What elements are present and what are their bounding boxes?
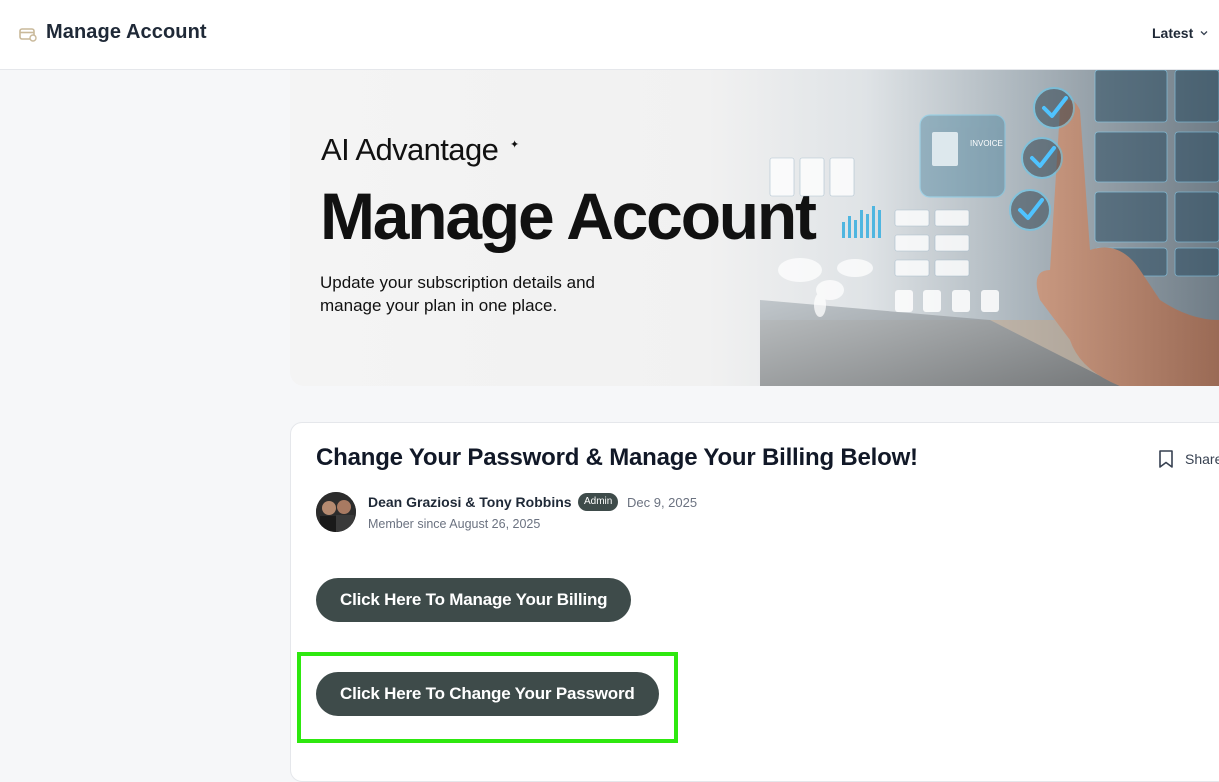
banner-illustration: INVOICE [760, 70, 1219, 386]
sort-label: Latest [1152, 25, 1194, 41]
manage-billing-button[interactable]: Click Here To Manage Your Billing [316, 578, 632, 622]
highlight-box [297, 652, 678, 743]
post-title: Change Your Password & Manage Your Billi… [316, 444, 918, 471]
banner-headline: Manage Account [320, 179, 817, 253]
share-button[interactable]: Share [1157, 449, 1219, 469]
cover-banner: AI Advantage ✦ Manage Account Update you… [290, 70, 1219, 386]
post-date: Dec 9, 2025 [627, 495, 698, 510]
invoice-label: INVOICE [970, 139, 1003, 148]
member-since: Member since August 26, 2025 [368, 517, 541, 531]
bookmark-icon [1159, 450, 1173, 468]
sort-dropdown[interactable]: Latest [1152, 25, 1209, 41]
brand-logo-text: AI Advantage [321, 132, 499, 167]
share-label: Share [1185, 451, 1219, 467]
page-title: Manage Account [46, 21, 207, 43]
chevron-down-icon [1200, 31, 1208, 36]
author-name[interactable]: Dean Graziosi & Tony Robbins [368, 494, 572, 510]
banner-subtitle-line-2: manage your plan in one place. [320, 296, 558, 315]
avatar[interactable] [316, 492, 356, 532]
admin-badge: Admin [578, 493, 619, 511]
top-bar: Manage Account Latest [0, 0, 1219, 70]
sparkle-icon: ✦ [510, 139, 520, 151]
banner-subtitle: Update your subscription details and man… [320, 271, 650, 317]
banner-subtitle-line-1: Update your subscription details and [320, 273, 595, 292]
